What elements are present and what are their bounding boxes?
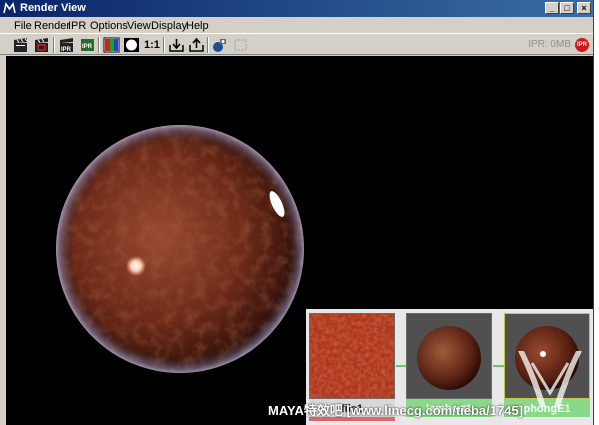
ipr-memory-status: IPR: 0MB bbox=[528, 39, 571, 50]
maya-icon bbox=[3, 2, 16, 15]
region-select-icon[interactable] bbox=[232, 37, 249, 53]
render-view-window: Render View _ □ × File Render IPR Option… bbox=[0, 0, 594, 425]
watermark-text: MAYA特效吧 [www.linecg.com/tieba/1745] bbox=[268, 403, 524, 418]
texture-swatch bbox=[309, 313, 395, 399]
toolbar-separator bbox=[53, 37, 55, 53]
render-viewport[interactable]: file1 lambert1 phongE1 bbox=[6, 56, 593, 425]
maximize-button[interactable]: □ bbox=[560, 2, 574, 14]
ipr-clapboard-icon[interactable]: IPR bbox=[58, 37, 75, 53]
menu-ipr[interactable]: IPR bbox=[68, 20, 86, 32]
snapshot-icon[interactable] bbox=[211, 37, 228, 53]
menu-help[interactable]: Help bbox=[186, 20, 209, 32]
rgb-channel-icon[interactable] bbox=[103, 37, 120, 53]
svg-text:IPR: IPR bbox=[61, 47, 72, 53]
svg-text:IPR: IPR bbox=[82, 44, 93, 50]
menu-file[interactable]: File bbox=[14, 20, 32, 32]
close-button[interactable]: × bbox=[577, 2, 591, 14]
ipr-refresh-icon[interactable]: IPR bbox=[79, 37, 96, 53]
toolbar-separator bbox=[207, 37, 209, 53]
menu-view[interactable]: View bbox=[127, 20, 151, 32]
window-title: Render View bbox=[20, 2, 86, 14]
toolbar-separator bbox=[98, 37, 100, 53]
toolbar-separator bbox=[163, 37, 165, 53]
material-ball-swatch bbox=[406, 313, 492, 399]
remove-image-icon[interactable] bbox=[188, 37, 205, 53]
real-size-button[interactable]: 1:1 bbox=[144, 37, 164, 53]
light-reflection bbox=[126, 256, 146, 276]
minimize-button[interactable]: _ bbox=[545, 2, 559, 14]
clapboard-region-icon[interactable] bbox=[33, 37, 50, 53]
alpha-channel-icon[interactable] bbox=[123, 37, 140, 53]
ipr-badge[interactable]: IPR bbox=[575, 38, 589, 52]
title-bar[interactable]: Render View _ □ × bbox=[0, 0, 593, 17]
menu-display[interactable]: Display bbox=[151, 20, 187, 32]
toolbar: IPR IPR 1:1 IPR: 0MB IPR bbox=[0, 33, 593, 55]
menu-options[interactable]: Options bbox=[90, 20, 128, 32]
menu-render[interactable]: Render bbox=[34, 20, 70, 32]
menu-bar: File Render IPR Options View Display Hel… bbox=[0, 18, 593, 33]
keep-image-icon[interactable] bbox=[168, 37, 185, 53]
clapboard-icon[interactable] bbox=[12, 37, 29, 53]
